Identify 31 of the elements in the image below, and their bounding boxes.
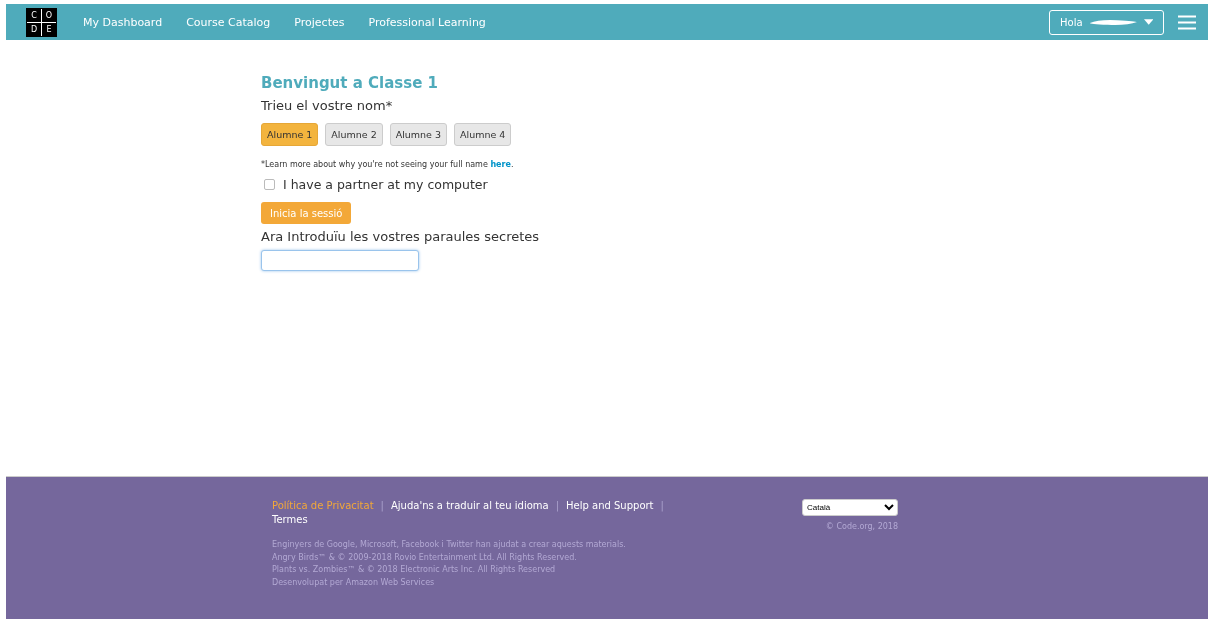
name-button[interactable]: Alumne 1 <box>261 123 319 146</box>
footer-link[interactable]: Política de Privacitat <box>272 500 374 511</box>
nav-link[interactable]: My Dashboard <box>83 15 163 29</box>
name-prompt: Trieu el vostre nom* <box>261 98 394 113</box>
copyright: © Code.org, 2018 <box>825 522 898 531</box>
link-separator: | <box>380 500 384 511</box>
caret-icon <box>1143 19 1153 25</box>
nav-link[interactable]: Course Catalog <box>186 15 271 29</box>
footer-link[interactable]: Termes <box>272 514 308 525</box>
menu-icon[interactable] <box>1178 14 1196 30</box>
credit-line: Angry Birds™ & © 2009-2018 Rovio Entertainment Ltd. All Rights Reserved. <box>272 551 578 564</box>
footer-link[interactable]: Help and Support <box>566 500 654 511</box>
secret-words-field[interactable] <box>261 250 419 271</box>
nav-link[interactable]: Projectes <box>294 15 345 29</box>
secret-words-prompt: Ara Introduïu les vostres paraules secretes <box>261 229 541 244</box>
nav-link[interactable]: Professional Learning <box>368 15 486 29</box>
link-separator: | <box>555 500 560 511</box>
here-link[interactable]: here <box>490 160 511 169</box>
name-button[interactable]: Alumne 2 <box>325 123 383 146</box>
redaction-mark <box>1088 18 1138 26</box>
page-title: Benvingut a Classe 1 <box>261 74 439 92</box>
partner-label: I have a partner at my computer <box>283 177 488 192</box>
user-menu-button[interactable]: Hola <box>1049 9 1164 35</box>
name-note: *Learn more about why you're not seeing your full name here. <box>261 160 515 169</box>
footer-link[interactable]: Ajuda'ns a traduir al teu idioma <box>390 500 549 511</box>
partner-checkbox[interactable] <box>264 179 275 190</box>
logo[interactable]: C O D E <box>26 7 57 37</box>
link-separator: | <box>660 500 664 511</box>
language-select[interactable]: Català <box>802 499 898 516</box>
name-button[interactable]: Alumne 4 <box>454 123 512 146</box>
name-button[interactable]: Alumne 3 <box>389 123 448 146</box>
